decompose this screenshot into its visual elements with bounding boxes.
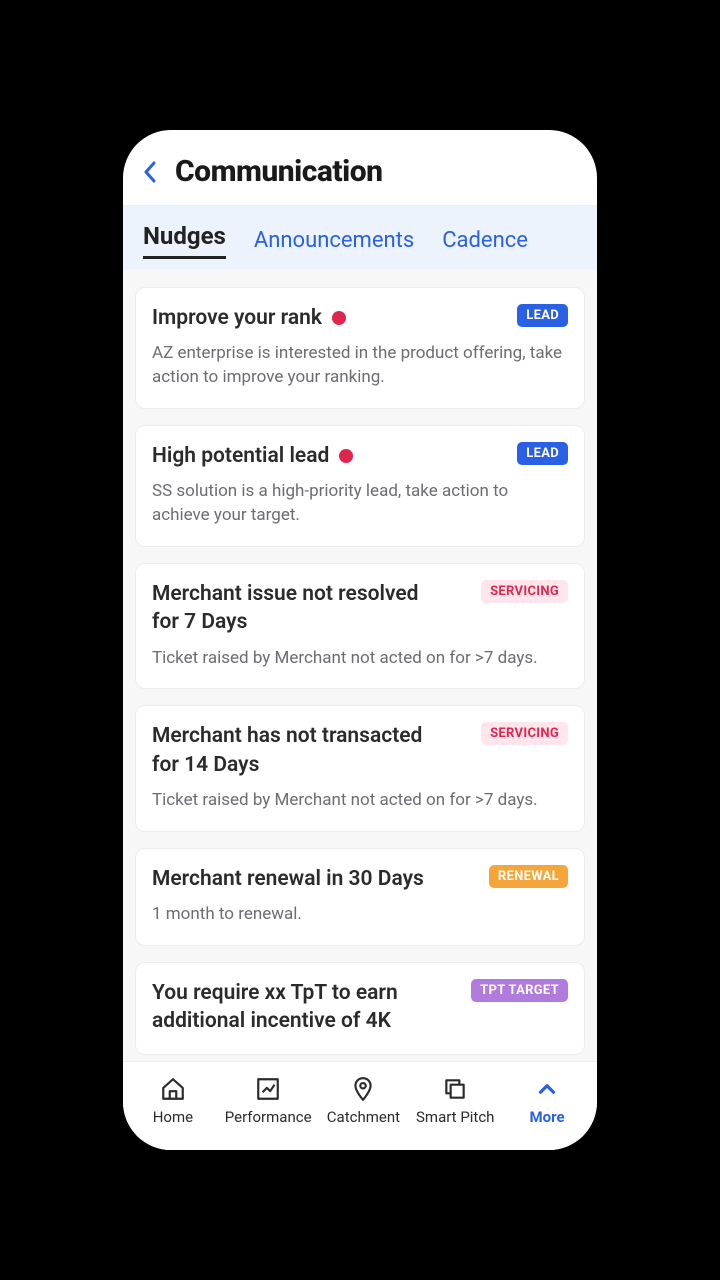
card-body: Ticket raised by Merchant not acted on f… <box>152 789 568 813</box>
home-icon <box>160 1076 186 1102</box>
card-title-wrap: High potential lead <box>152 442 353 470</box>
card-title: Merchant issue not resolved for 7 Days <box>152 580 442 637</box>
card-body: 1 month to renewal. <box>152 903 568 927</box>
card-title: Improve your rank <box>152 304 322 332</box>
nudge-card[interactable]: High potential lead LEAD SS solution is … <box>135 425 585 547</box>
tab-cadence[interactable]: Cadence <box>442 228 528 259</box>
nav-label: Catchment <box>327 1108 400 1126</box>
card-header: Merchant renewal in 30 Days RENEWAL <box>152 865 568 893</box>
nav-home[interactable]: Home <box>133 1076 213 1126</box>
page-title: Communication <box>175 154 382 189</box>
nudge-card[interactable]: Improve your rank LEAD AZ enterprise is … <box>135 287 585 409</box>
badge-servicing: SERVICING <box>481 580 568 603</box>
nav-performance[interactable]: Performance <box>225 1076 312 1126</box>
badge-tpt-target: TPT TARGET <box>471 979 568 1002</box>
card-title: Merchant has not transacted for 14 Days <box>152 722 442 779</box>
nav-label: Smart Pitch <box>416 1108 494 1126</box>
nav-catchment[interactable]: Catchment <box>323 1076 403 1126</box>
nudge-card[interactable]: Merchant renewal in 30 Days RENEWAL 1 mo… <box>135 848 585 946</box>
card-header: Merchant has not transacted for 14 Days … <box>152 722 568 779</box>
badge-renewal: RENEWAL <box>489 865 568 888</box>
back-icon[interactable] <box>143 161 157 183</box>
nav-label: Home <box>153 1108 193 1126</box>
card-title-wrap: Merchant has not transacted for 14 Days <box>152 722 442 779</box>
chevron-up-icon <box>534 1076 560 1102</box>
nav-label: More <box>530 1108 565 1126</box>
card-header: Merchant issue not resolved for 7 Days S… <box>152 580 568 637</box>
card-title-wrap: You require xx TpT to earn additional in… <box>152 979 442 1036</box>
unread-dot-icon <box>332 311 346 325</box>
tab-nudges[interactable]: Nudges <box>143 222 226 259</box>
unread-dot-icon <box>339 449 353 463</box>
nav-more[interactable]: More <box>507 1076 587 1126</box>
tab-announcements[interactable]: Announcements <box>254 228 414 259</box>
card-title: Merchant renewal in 30 Days <box>152 865 424 893</box>
chart-icon <box>255 1076 281 1102</box>
bottom-nav: Home Performance Catchment <box>123 1061 597 1150</box>
badge-lead: LEAD <box>517 442 568 465</box>
card-title-wrap: Merchant renewal in 30 Days <box>152 865 424 893</box>
map-pin-icon <box>350 1076 376 1102</box>
header: Communication <box>123 130 597 206</box>
card-body: Ticket raised by Merchant not acted on f… <box>152 647 568 671</box>
card-body: SS solution is a high-priority lead, tak… <box>152 480 568 528</box>
nav-smart-pitch[interactable]: Smart Pitch <box>415 1076 495 1126</box>
card-header: High potential lead LEAD <box>152 442 568 470</box>
card-header: You require xx TpT to earn additional in… <box>152 979 568 1036</box>
nudge-card[interactable]: You require xx TpT to earn additional in… <box>135 962 585 1055</box>
badge-lead: LEAD <box>517 304 568 327</box>
nudge-card[interactable]: Merchant has not transacted for 14 Days … <box>135 705 585 831</box>
card-title-wrap: Merchant issue not resolved for 7 Days <box>152 580 442 637</box>
card-title: High potential lead <box>152 442 329 470</box>
card-title: You require xx TpT to earn additional in… <box>152 979 442 1036</box>
nudge-card[interactable]: Merchant issue not resolved for 7 Days S… <box>135 563 585 689</box>
card-body: AZ enterprise is interested in the produ… <box>152 342 568 390</box>
card-header: Improve your rank LEAD <box>152 304 568 332</box>
card-title-wrap: Improve your rank <box>152 304 346 332</box>
badge-servicing: SERVICING <box>481 722 568 745</box>
nav-label: Performance <box>225 1108 312 1126</box>
copy-icon <box>442 1076 468 1102</box>
nudge-list: Improve your rank LEAD AZ enterprise is … <box>123 269 597 1061</box>
phone-frame: Communication Nudges Announcements Caden… <box>123 130 597 1150</box>
tabs: Nudges Announcements Cadence <box>123 206 597 269</box>
